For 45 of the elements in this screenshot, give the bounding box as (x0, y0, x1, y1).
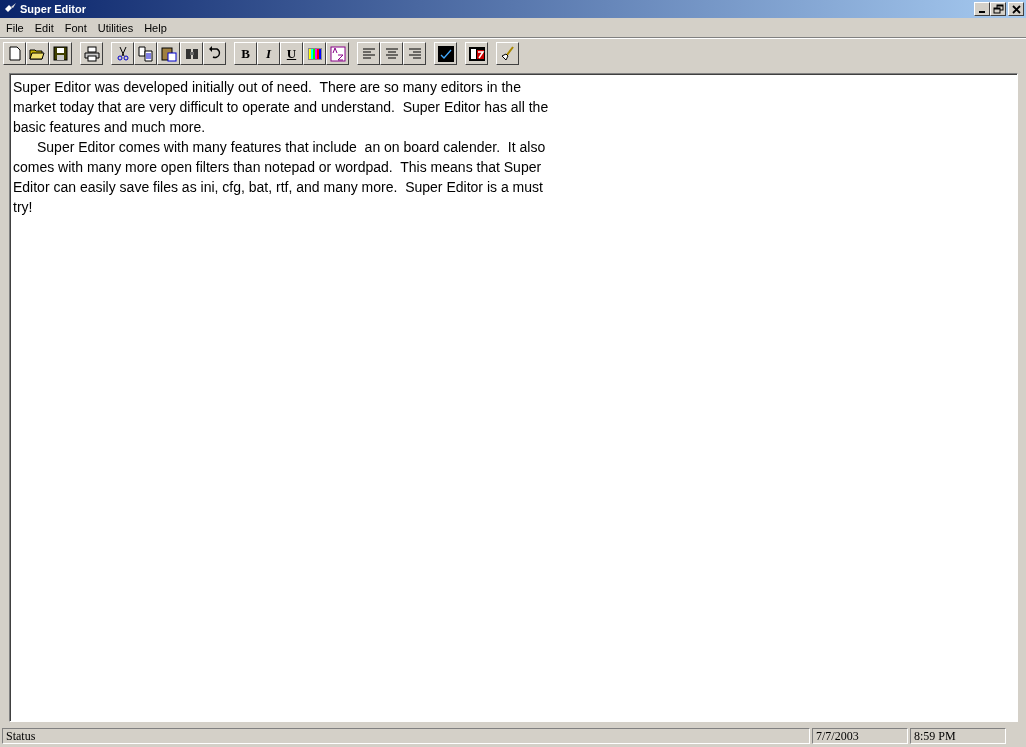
minimize-icon (979, 11, 985, 13)
format-button[interactable]: U (280, 42, 303, 65)
menu-item[interactable]: Edit (28, 21, 59, 34)
save-disk-button[interactable] (49, 42, 72, 65)
printer-icon (82, 44, 101, 63)
text-line: comes with many more open filters than notepad or wordpad. This means that Super (13, 158, 543, 177)
status-panel: Status (2, 728, 810, 744)
close-button[interactable] (1008, 2, 1024, 16)
text-line: basic features and much more. (13, 118, 207, 137)
paste-button[interactable] (157, 42, 180, 65)
align-right-button[interactable] (403, 42, 426, 65)
minimize-button[interactable] (974, 2, 990, 16)
undo-arrow-button[interactable] (203, 42, 226, 65)
window-title: Super Editor (20, 3, 86, 15)
checkmark-button[interactable] (434, 42, 457, 65)
open-folder-button[interactable] (26, 42, 49, 65)
text-line: try! (13, 198, 34, 217)
align-left-button[interactable] (357, 42, 380, 65)
restore-icon (992, 3, 1004, 15)
menu-item[interactable]: Utilities (91, 21, 139, 34)
format-button[interactable]: I (257, 42, 280, 65)
status-panel: 8:59 PM (910, 728, 1006, 744)
status-panel: 7/7/2003 (812, 728, 908, 744)
color-bars-button[interactable] (303, 42, 326, 65)
text-line: Editor can easily save files as ini, cfg, bat, rtf, and many more. Super Editor is a must (13, 178, 544, 197)
text-line: Super Editor comes with many features that include an on board calender. It also (36, 138, 547, 157)
calendar-icon (467, 44, 486, 63)
text-line: Super Editor was developed initially out of need. There are so many editors in the (13, 78, 522, 97)
close-icon (1010, 3, 1022, 15)
paintbrush-button[interactable] (496, 42, 519, 65)
menu-item[interactable]: File (0, 21, 29, 34)
copy-button[interactable] (134, 42, 157, 65)
new-file-button[interactable] (3, 42, 26, 65)
align-center-button[interactable] (380, 42, 403, 65)
copy-icon (136, 44, 155, 63)
paste-icon (159, 44, 178, 63)
menu-item[interactable]: Help (138, 21, 172, 34)
scissors-button[interactable] (111, 42, 134, 65)
format-button[interactable]: B (234, 42, 257, 65)
calendar-button[interactable] (465, 42, 488, 65)
checkmark-icon (436, 44, 455, 63)
printer-button[interactable] (80, 42, 103, 65)
text-line: market today that are very difficult to operate and understand. Super Editor has all the (13, 98, 550, 117)
restore-button[interactable] (990, 2, 1006, 16)
menu-item[interactable]: Font (58, 21, 92, 34)
